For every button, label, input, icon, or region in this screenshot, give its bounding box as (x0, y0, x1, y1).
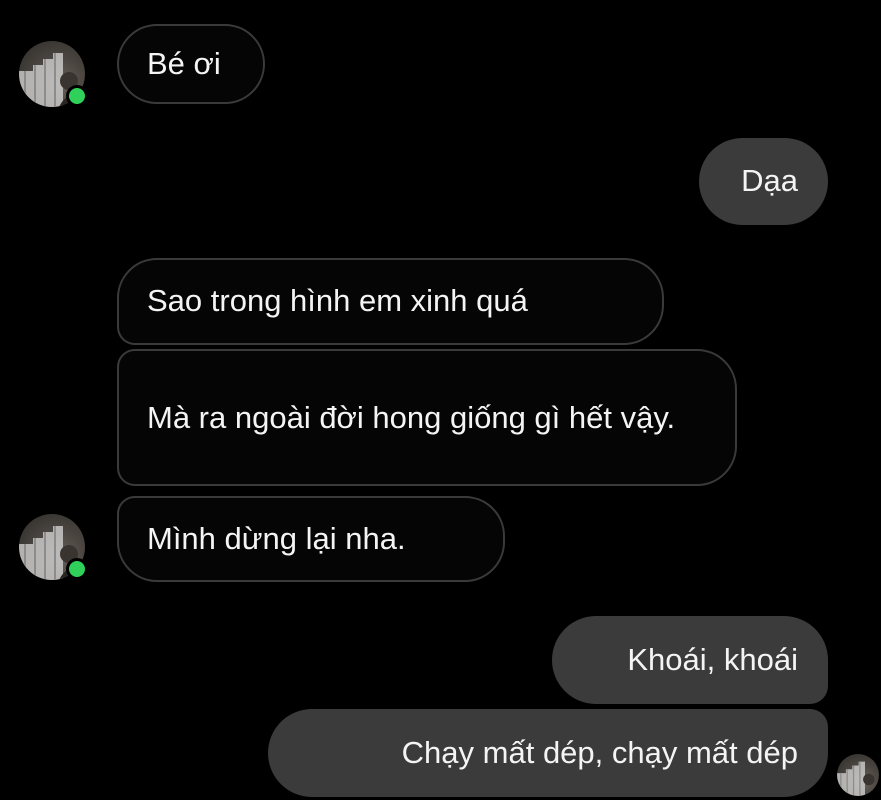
contact-avatar[interactable] (19, 514, 88, 580)
chat-thread: Bé ơi Dạa Sao trong hình em xinh quá Mà … (0, 0, 881, 800)
read-receipt-avatar-photo (837, 754, 879, 796)
message-bubble-outgoing[interactable]: Khoái, khoái (552, 616, 828, 704)
message-text: Mình dừng lại nha. (147, 520, 406, 556)
message-text: Chạy mất dép, chạy mất dép (401, 734, 798, 770)
contact-avatar[interactable] (19, 41, 88, 107)
message-bubble-incoming[interactable]: Bé ơi (117, 24, 265, 104)
message-text: Sao trong hình em xinh quá (147, 283, 528, 319)
message-bubble-incoming[interactable]: Mà ra ngoài đời hong giống gì hết vậy. (117, 349, 737, 486)
message-text: Mà ra ngoài đời hong giống gì hết vậy. (147, 399, 676, 435)
message-text: Dạa (741, 163, 798, 199)
message-text: Khoái, khoái (627, 641, 798, 677)
message-bubble-incoming[interactable]: Sao trong hình em xinh quá (117, 258, 664, 345)
read-receipt-icon (837, 761, 875, 796)
message-bubble-outgoing[interactable]: Chạy mất dép, chạy mất dép (268, 709, 828, 797)
message-text: Bé ơi (147, 45, 221, 81)
message-bubble-outgoing[interactable]: Dạa (699, 138, 828, 225)
online-indicator-icon (66, 85, 88, 107)
online-indicator-icon (66, 558, 88, 580)
read-receipt-avatar (837, 754, 879, 796)
message-bubble-incoming[interactable]: Mình dừng lại nha. (117, 496, 505, 582)
